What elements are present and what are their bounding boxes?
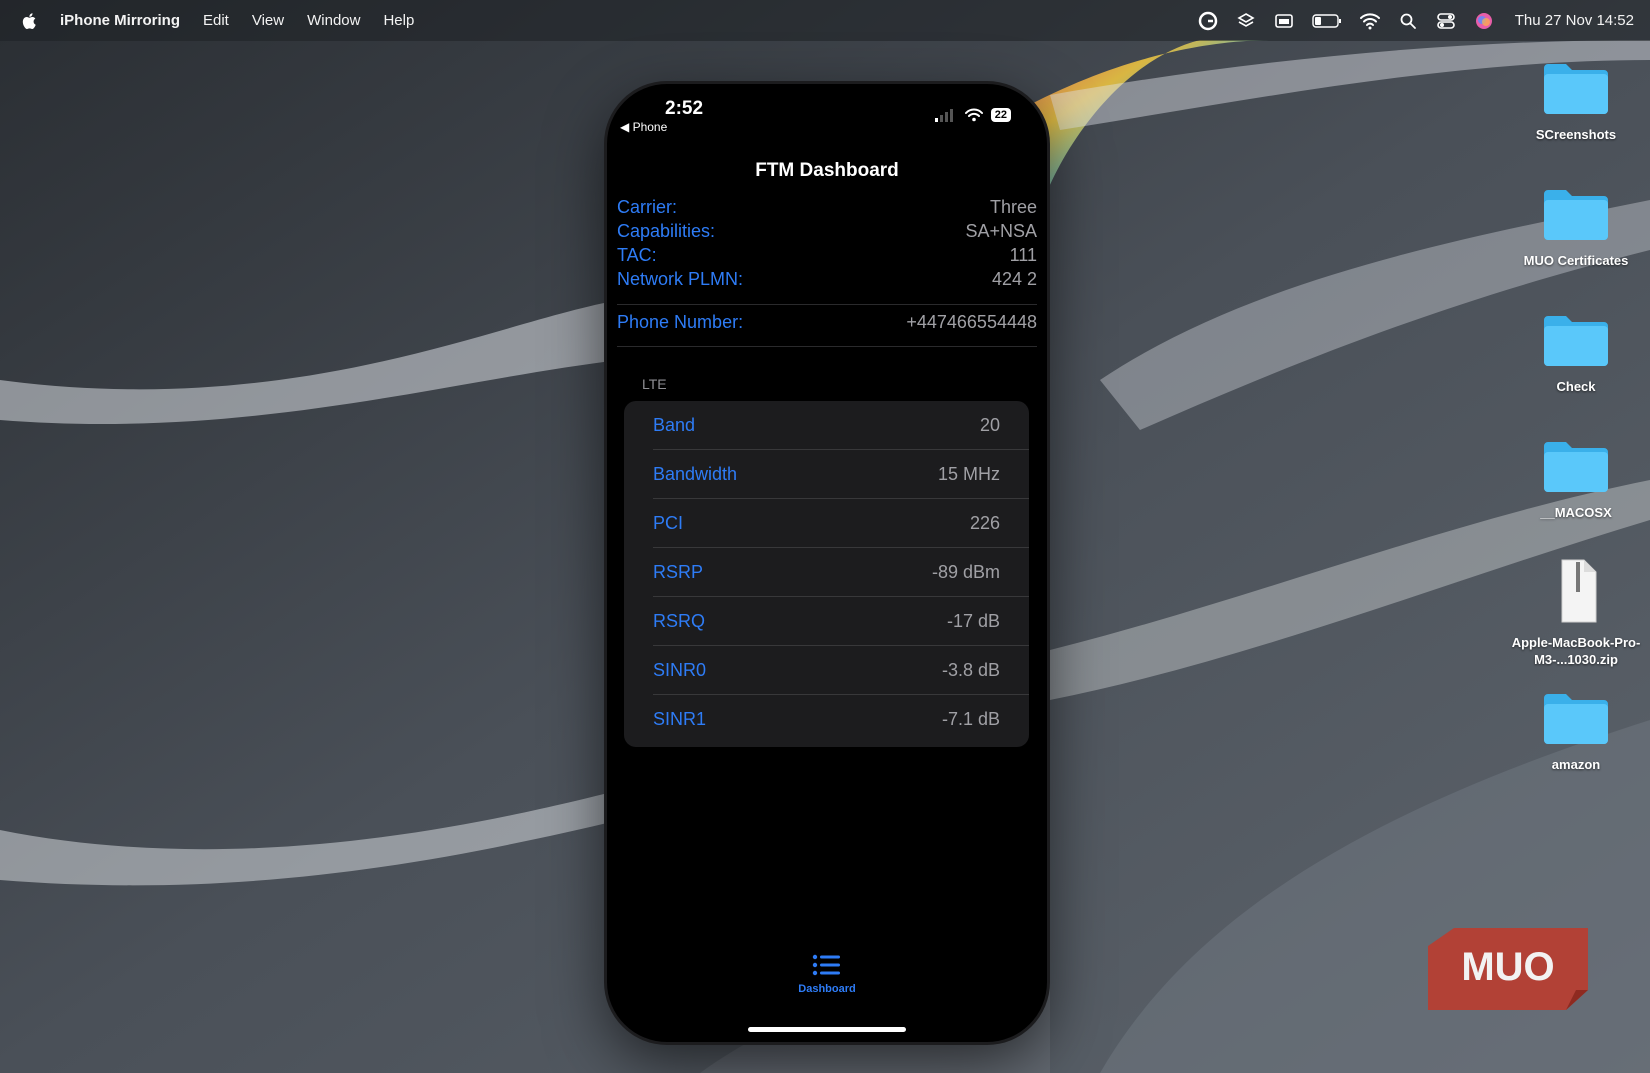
- iphone-mirroring-window[interactable]: 2:52 ◀ Phone 22 FTM Dashboard Carrier: T…: [607, 84, 1047, 1042]
- desktop-folder-muo-certificates[interactable]: MUO Certificates: [1501, 186, 1650, 269]
- muo-watermark-logo: MUO: [1428, 928, 1588, 1010]
- page-title: FTM Dashboard: [755, 160, 899, 181]
- battery-level-badge: 22: [990, 108, 1011, 122]
- row-value: 20: [979, 415, 1000, 435]
- back-to-phone-link[interactable]: ◀ Phone: [620, 120, 667, 134]
- menu-window[interactable]: Window: [307, 12, 360, 29]
- row-key: SINR1: [653, 709, 707, 729]
- info-row-network-plmn: Network PLMN: 424 2: [617, 269, 1037, 290]
- section-header-lte: LTE: [642, 376, 667, 392]
- menu-view[interactable]: View: [252, 12, 284, 29]
- desktop-item-label: Check: [1556, 379, 1596, 394]
- info-value: +447466554448: [906, 312, 1037, 332]
- row-value: -89 dBm: [931, 562, 1000, 582]
- grammarly-icon[interactable]: [1197, 10, 1219, 32]
- desktop-item-label: amazon: [1551, 757, 1601, 772]
- status-bar-indicators: 22: [934, 108, 1011, 122]
- layers-icon[interactable]: [1235, 10, 1257, 32]
- row-key: Bandwidth: [653, 464, 738, 484]
- info-row-carrier: Carrier: Three: [617, 197, 1037, 218]
- cellular-signal-icon: [934, 109, 953, 122]
- info-row-capabilities: Capabilities: SA+NSA: [617, 221, 1037, 242]
- folder-icon: [1544, 694, 1608, 744]
- wifi-icon[interactable]: [1359, 10, 1381, 32]
- desktop-folder-amazon[interactable]: amazon: [1501, 690, 1650, 773]
- menubar-clock[interactable]: Thu 27 Nov 14:52: [1515, 12, 1634, 29]
- menu-bar: iPhone Mirroring Edit View Window Help T…: [0, 0, 1650, 41]
- info-key: Phone Number:: [617, 312, 744, 332]
- list-item-rsrp[interactable]: RSRP -89 dBm: [624, 548, 1029, 597]
- row-key: Band: [653, 415, 696, 435]
- row-key: PCI: [653, 513, 684, 533]
- control-center-icon[interactable]: [1435, 10, 1457, 32]
- spotlight-search-icon[interactable]: [1397, 10, 1419, 32]
- desktop-folder-check[interactable]: Check: [1501, 312, 1650, 395]
- info-key: TAC:: [617, 245, 657, 265]
- status-bar-time: 2:52: [665, 98, 704, 119]
- lte-metrics-list: Band 20 Bandwidth 15 MHz PCI 226 RSRP -8…: [624, 401, 1029, 747]
- menu-help[interactable]: Help: [383, 12, 414, 29]
- folder-icon: [1544, 316, 1608, 366]
- menu-app-name[interactable]: iPhone Mirroring: [60, 12, 180, 29]
- row-value: -17 dB: [946, 611, 1000, 631]
- info-key: Carrier:: [617, 197, 678, 217]
- divider: [617, 304, 1037, 305]
- battery-icon[interactable]: [1311, 10, 1343, 32]
- row-key: SINR0: [653, 660, 707, 680]
- folder-icon: [1544, 190, 1608, 240]
- zip-file-icon: [1561, 559, 1597, 623]
- info-row-phone-number: Phone Number: +447466554448: [617, 312, 1037, 333]
- desktop-folder-screenshots[interactable]: SCreenshots: [1501, 60, 1650, 143]
- row-key: RSRQ: [653, 611, 706, 631]
- info-value: 111: [1009, 245, 1037, 265]
- desktop-item-label: MUO Certificates: [1523, 253, 1629, 268]
- list-icon: [812, 954, 840, 976]
- desktop-item-label: Apple-MacBook-Pro-M3-...1030.zip: [1511, 635, 1641, 667]
- menu-edit[interactable]: Edit: [203, 12, 229, 29]
- row-value: 226: [969, 513, 1000, 533]
- list-item-band[interactable]: Band 20: [624, 401, 1029, 450]
- home-indicator[interactable]: [748, 1027, 906, 1032]
- info-value: 424 2: [991, 269, 1037, 289]
- tab-dashboard[interactable]: Dashboard: [607, 954, 1047, 995]
- folder-icon: [1544, 64, 1608, 114]
- menubar-status-area: Thu 27 Nov 14:52: [1197, 0, 1650, 41]
- desktop-item-label: __MACOSX: [1540, 505, 1612, 520]
- info-key: Capabilities:: [617, 221, 716, 241]
- info-value: SA+NSA: [965, 221, 1037, 241]
- info-key: Network PLMN:: [617, 269, 744, 289]
- list-item-rsrq[interactable]: RSRQ -17 dB: [624, 597, 1029, 646]
- row-value: 15 MHz: [937, 464, 1000, 484]
- watermark-text: MUO: [1461, 945, 1554, 989]
- list-item-sinr0[interactable]: SINR0 -3.8 dB: [624, 646, 1029, 695]
- siri-icon[interactable]: [1473, 10, 1495, 32]
- desktop-zip-file[interactable]: Apple-MacBook-Pro-M3-...1030.zip: [1501, 558, 1650, 668]
- desktop-item-label: SCreenshots: [1535, 127, 1617, 142]
- list-item-bandwidth[interactable]: Bandwidth 15 MHz: [624, 450, 1029, 499]
- row-key: RSRP: [653, 562, 704, 582]
- row-value: -3.8 dB: [941, 660, 1000, 680]
- list-item-sinr1[interactable]: SINR1 -7.1 dB: [624, 695, 1029, 744]
- wifi-icon: [964, 108, 983, 122]
- list-item-pci[interactable]: PCI 226: [624, 499, 1029, 548]
- info-value: Three: [989, 197, 1037, 217]
- folder-icon: [1544, 442, 1608, 492]
- row-value: -7.1 dB: [941, 709, 1000, 729]
- divider: [617, 346, 1037, 347]
- apple-logo-icon[interactable]: [20, 11, 40, 31]
- tab-label: Dashboard: [798, 983, 856, 995]
- desktop-folder-macosx[interactable]: __MACOSX: [1501, 438, 1650, 521]
- screen-capture-icon[interactable]: [1273, 10, 1295, 32]
- info-row-tac: TAC: 111: [617, 245, 1037, 266]
